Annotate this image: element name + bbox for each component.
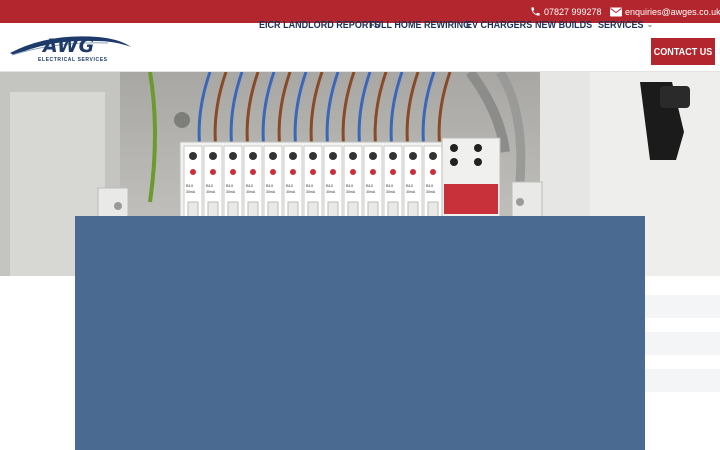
logo-wordmark: AWG (43, 35, 95, 57)
rcd-label: 30mA (426, 190, 436, 194)
contact-us-button[interactable]: Contact Us (651, 38, 715, 65)
breaker-label: B10 (306, 183, 314, 188)
breaker-label: B10 (266, 183, 274, 188)
chevron-down-icon: ⌄ (646, 20, 653, 29)
rcd-label: 30mA (286, 190, 296, 194)
breaker-label: B10 (346, 183, 354, 188)
nav-ev-chargers[interactable]: EV Chargers (466, 0, 532, 49)
nav-label: Full Home Rewiring (369, 18, 471, 31)
content-overlay-panel (75, 216, 645, 450)
rcd-label: 30mA (346, 190, 356, 194)
logo-tagline: ELECTRICAL SERVICES (38, 57, 108, 63)
awg-logo[interactable]: AWG ELECTRICAL SERVICES (8, 31, 132, 65)
rcd-label: 30mA (206, 190, 216, 194)
rcd-label: 30mA (266, 190, 276, 194)
faint-field (634, 295, 720, 318)
rcd-label: 30mA (246, 190, 256, 194)
rcd-label: 30mA (386, 190, 396, 194)
breaker-label: B10 (186, 183, 194, 188)
nav-new-builds[interactable]: New Builds (535, 0, 592, 49)
breaker-label: B10 (366, 183, 374, 188)
nav-label: EV Chargers (466, 18, 533, 31)
nav-label: Services (598, 18, 644, 31)
rcd-label: 30mA (186, 190, 196, 194)
faint-field (634, 332, 720, 355)
breaker-label: B10 (326, 183, 334, 188)
breaker-label: B10 (286, 183, 294, 188)
rcd-label: 30mA (406, 190, 416, 194)
nav-label: EICR Landlord Reports (259, 18, 380, 31)
rcd-label: 30mA (306, 190, 316, 194)
breaker-label: B10 (206, 183, 214, 188)
nav-services[interactable]: Services ⌄ (598, 0, 653, 49)
rcd-label: 30mA (366, 190, 376, 194)
rcd-label: 30mA (326, 190, 336, 194)
breaker-label: B10 (226, 183, 234, 188)
faint-field (634, 369, 720, 392)
breaker-label: B10 (426, 183, 434, 188)
nav-label: New Builds (535, 18, 593, 31)
nav-full-home-rewiring[interactable]: Full Home Rewiring (369, 0, 470, 49)
nav-eicr-landlord-reports[interactable]: EICR Landlord Reports (259, 0, 380, 49)
rcd-label: 30mA (226, 190, 236, 194)
breaker-label: B10 (246, 183, 254, 188)
breaker-label: B10 (406, 183, 414, 188)
breaker-label: B10 (386, 183, 394, 188)
